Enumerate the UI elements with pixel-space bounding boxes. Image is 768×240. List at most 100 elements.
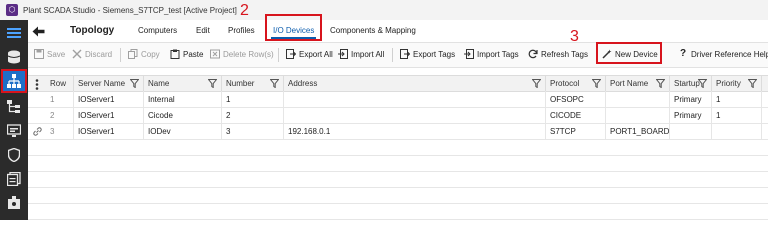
filter-icon[interactable] xyxy=(532,79,541,88)
toolbar: Save Discard Copy Paste Delete Row(s) Ex… xyxy=(28,43,768,68)
cell-number[interactable]: 2 xyxy=(222,107,284,123)
cell-server-name[interactable]: IOServer1 xyxy=(74,107,144,123)
tab-profiles[interactable]: Profiles xyxy=(228,26,255,35)
column-menu-icon[interactable] xyxy=(34,79,40,90)
column-label: Priority xyxy=(716,79,741,88)
import-icon xyxy=(338,49,348,59)
hamburger-menu-icon[interactable] xyxy=(2,22,26,44)
close-icon xyxy=(72,49,82,59)
filter-icon[interactable] xyxy=(748,79,757,88)
documents-icon[interactable] xyxy=(2,168,26,190)
cell-priority[interactable]: 1 xyxy=(712,107,762,123)
table-row[interactable]: 1 IOServer1 Internal 1 OFSOPC Primary 1 xyxy=(28,91,768,108)
cell-address[interactable] xyxy=(284,107,546,123)
delete-rows-label: Delete Row(s) xyxy=(223,49,274,59)
question-mark-icon: ? xyxy=(679,48,687,59)
export-tags-label: Export Tags xyxy=(413,49,456,59)
column-label: Protocol xyxy=(550,79,580,88)
column-header-name[interactable]: Name xyxy=(144,76,222,91)
export-icon xyxy=(400,49,410,59)
cell-server-name[interactable]: IOServer1 xyxy=(74,91,144,107)
refresh-tags-button[interactable]: Refresh Tags xyxy=(528,49,588,59)
column-header-server-name[interactable]: Server Name xyxy=(74,76,144,91)
cell-startup[interactable] xyxy=(670,123,712,139)
paste-button[interactable]: Paste xyxy=(170,49,203,59)
callout-number-2: 2 xyxy=(240,2,249,19)
cell-port-name[interactable] xyxy=(606,91,670,107)
cell-startup[interactable]: Primary xyxy=(670,91,712,107)
new-device-label: New Device xyxy=(615,49,658,59)
save-button[interactable]: Save xyxy=(34,49,65,59)
back-arrow-icon[interactable] xyxy=(30,23,46,39)
callout-number-3: 3 xyxy=(570,28,579,45)
import-all-button[interactable]: Import All xyxy=(338,49,384,59)
column-header-port-name[interactable]: Port Name xyxy=(606,76,670,91)
topology-icon[interactable] xyxy=(1,69,27,93)
export-all-button[interactable]: Export All xyxy=(286,49,333,59)
cell-name[interactable]: Cicode xyxy=(144,107,222,123)
cell-priority[interactable]: 1 xyxy=(712,91,762,107)
column-label: Row xyxy=(50,79,67,88)
table-row[interactable]: 2 IOServer1 Cicode 2 CICODE Primary 1 xyxy=(28,107,768,124)
column-header-protocol[interactable]: Protocol xyxy=(546,76,606,91)
import-icon xyxy=(464,49,474,59)
column-header-startup[interactable]: Startup xyxy=(670,76,712,91)
column-header-priority[interactable]: Priority xyxy=(712,76,762,91)
filter-icon[interactable] xyxy=(270,79,279,88)
cell-address[interactable]: 192.168.0.1 xyxy=(284,123,546,139)
empty-row xyxy=(28,155,768,172)
hierarchy-icon[interactable] xyxy=(2,96,26,118)
cell-port-name[interactable] xyxy=(606,107,670,123)
column-label: Server Name xyxy=(78,79,126,88)
column-header-address[interactable]: Address xyxy=(284,76,546,91)
refresh-icon xyxy=(528,49,538,59)
database-icon[interactable] xyxy=(2,46,26,68)
column-label: Name xyxy=(148,79,170,88)
cell-row: 2 xyxy=(46,107,74,123)
cell-number[interactable]: 3 xyxy=(222,123,284,139)
link-icon xyxy=(28,123,46,139)
cell-row: 3 xyxy=(46,123,74,139)
tab-io-devices[interactable]: I/O Devices xyxy=(270,26,317,39)
discard-button[interactable]: Discard xyxy=(72,49,112,59)
cell-port-name[interactable]: PORT1_BOARD1 xyxy=(606,123,670,139)
column-header-number[interactable]: Number xyxy=(222,76,284,91)
cell-startup[interactable]: Primary xyxy=(670,107,712,123)
tab-edit[interactable]: Edit xyxy=(196,26,210,35)
grid-header: Row Server Name Name Number Address Prot… xyxy=(28,75,768,92)
export-all-label: Export All xyxy=(299,49,333,59)
security-shield-icon[interactable] xyxy=(2,144,26,166)
setup-wizard-icon[interactable] xyxy=(2,192,26,214)
empty-row xyxy=(28,203,768,220)
cell-protocol[interactable]: OFSOPC xyxy=(546,91,606,107)
page-title: Topology xyxy=(70,25,115,36)
filter-icon[interactable] xyxy=(592,79,601,88)
driver-reference-help-button[interactable]: ? Driver Reference Help xyxy=(678,49,768,59)
graphics-display-icon[interactable] xyxy=(2,120,26,142)
filter-icon[interactable] xyxy=(208,79,217,88)
cell-server-name[interactable]: IOServer1 xyxy=(74,123,144,139)
cell-number[interactable]: 1 xyxy=(222,91,284,107)
column-header-row[interactable]: Row xyxy=(46,76,74,91)
delete-rows-button[interactable]: Delete Row(s) xyxy=(210,49,274,59)
cell-protocol[interactable]: S7TCP xyxy=(546,123,606,139)
new-device-button[interactable]: New Device xyxy=(602,49,658,59)
export-tags-button[interactable]: Export Tags xyxy=(400,49,455,59)
toolbar-divider xyxy=(278,48,279,62)
tab-components-mapping[interactable]: Components & Mapping xyxy=(330,26,416,35)
cell-name[interactable]: IODev xyxy=(144,123,222,139)
filter-icon[interactable] xyxy=(656,79,665,88)
table-row[interactable]: 3 IOServer1 IODev 3 192.168.0.1 S7TCP PO… xyxy=(28,123,768,140)
filter-icon[interactable] xyxy=(130,79,139,88)
cell-name[interactable]: Internal xyxy=(144,91,222,107)
cell-priority[interactable] xyxy=(712,123,762,139)
filter-icon[interactable] xyxy=(698,79,707,88)
cell-protocol[interactable]: CICODE xyxy=(546,107,606,123)
import-tags-button[interactable]: Import Tags xyxy=(464,49,519,59)
cell-address[interactable] xyxy=(284,91,546,107)
copy-button[interactable]: Copy xyxy=(128,49,160,59)
column-label: Number xyxy=(226,79,255,88)
tab-computers[interactable]: Computers xyxy=(138,26,177,35)
discard-label: Discard xyxy=(85,49,113,59)
save-icon xyxy=(34,49,44,59)
